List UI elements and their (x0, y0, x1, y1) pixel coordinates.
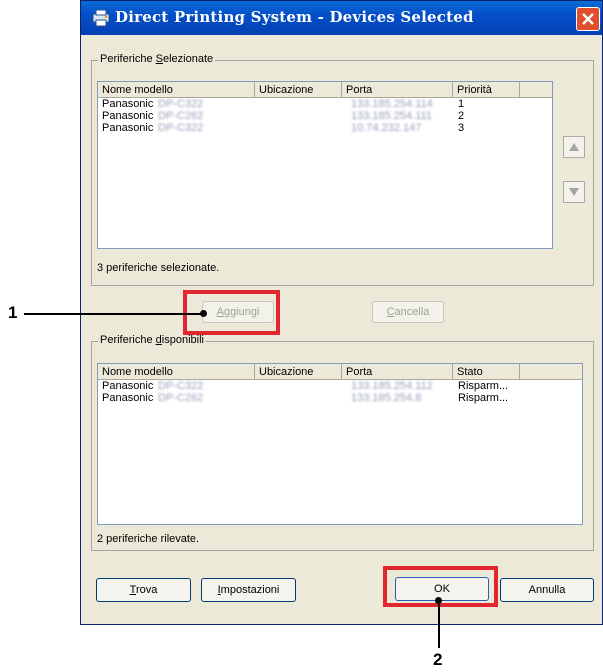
detected-count-status: 2 periferiche rilevate. (97, 533, 200, 545)
row-port: 10.74.232.147 (351, 122, 422, 134)
row-model: DP-C322 (158, 98, 204, 110)
column-header-model[interactable]: Nome modello (98, 364, 255, 380)
row-port: 133.185.254.8 (351, 392, 422, 404)
title-bar[interactable]: Direct Printing System - Devices Selecte… (81, 1, 602, 35)
remove-button[interactable]: Cancella (372, 301, 444, 323)
column-header-priority[interactable]: Priorità (453, 82, 520, 98)
row-priority: 2 (458, 110, 465, 122)
move-up-button[interactable] (563, 136, 585, 158)
window-title: Direct Printing System - Devices Selecte… (115, 8, 474, 26)
find-button[interactable]: Trova (96, 578, 191, 602)
table-row[interactable]: Panasonic DP-C322 133.185.254.112 Rispar… (98, 380, 582, 392)
row-model: DP-C262 (158, 392, 204, 404)
table-row[interactable]: Panasonic DP-C322 133.185.254.114 1 (98, 98, 552, 110)
callout-line-2 (438, 600, 440, 648)
row-name: Panasonic (102, 98, 154, 110)
callout-number-1: 1 (8, 303, 18, 322)
row-port: 133.185.254.114 (351, 98, 433, 110)
table-row[interactable]: Panasonic DP-C262 133.185.254.111 2 (98, 110, 552, 122)
callout-number-2: 2 (433, 650, 443, 669)
move-down-button[interactable] (563, 181, 585, 203)
row-model: DP-C322 (158, 122, 204, 134)
row-name: Panasonic (102, 392, 154, 404)
table-row[interactable]: Panasonic DP-C322 10.74.232.147 3 (98, 122, 552, 134)
row-state: Risparm... (458, 392, 509, 404)
row-state: Risparm... (458, 380, 509, 392)
cancel-button[interactable]: Annulla (500, 578, 594, 602)
column-header-location[interactable]: Ubicazione (255, 364, 342, 380)
row-priority: 1 (458, 98, 465, 110)
callout-line-1 (24, 313, 203, 315)
row-port: 133.185.254.112 (351, 380, 433, 392)
row-name: Panasonic (102, 122, 154, 134)
selected-devices-legend: Periferiche Selezionate (98, 53, 216, 65)
row-model: DP-C322 (158, 380, 204, 392)
column-header-port[interactable]: Porta (342, 82, 453, 98)
row-name: Panasonic (102, 110, 154, 122)
column-header-port[interactable]: Porta (342, 364, 453, 380)
callout-dot-1 (200, 310, 207, 317)
arrow-down-icon (569, 188, 579, 196)
available-devices-list[interactable]: Nome modello Ubicazione Porta Stato Pana… (97, 363, 583, 525)
row-name: Panasonic (102, 380, 154, 392)
column-header-location[interactable]: Ubicazione (255, 82, 342, 98)
settings-button[interactable]: Impostazioni (201, 578, 296, 602)
table-row[interactable]: Panasonic DP-C262 133.185.254.8 Risparm.… (98, 392, 582, 404)
row-priority: 3 (458, 122, 465, 134)
selected-devices-list[interactable]: Nome modello Ubicazione Porta Priorità P… (97, 81, 553, 249)
arrow-up-icon (569, 143, 579, 151)
available-devices-legend: Periferiche disponibili (98, 334, 206, 346)
row-port: 133.185.254.111 (351, 110, 432, 122)
close-button[interactable] (576, 7, 600, 31)
column-header-state[interactable]: Stato (453, 364, 520, 380)
close-icon (582, 13, 594, 25)
column-header-filler (520, 82, 552, 98)
row-model: DP-C262 (158, 110, 204, 122)
column-header-model[interactable]: Nome modello (98, 82, 255, 98)
selected-count-status: 3 periferiche selezionate. (97, 262, 220, 274)
printer-app-icon (92, 9, 110, 27)
column-header-filler (520, 364, 582, 380)
